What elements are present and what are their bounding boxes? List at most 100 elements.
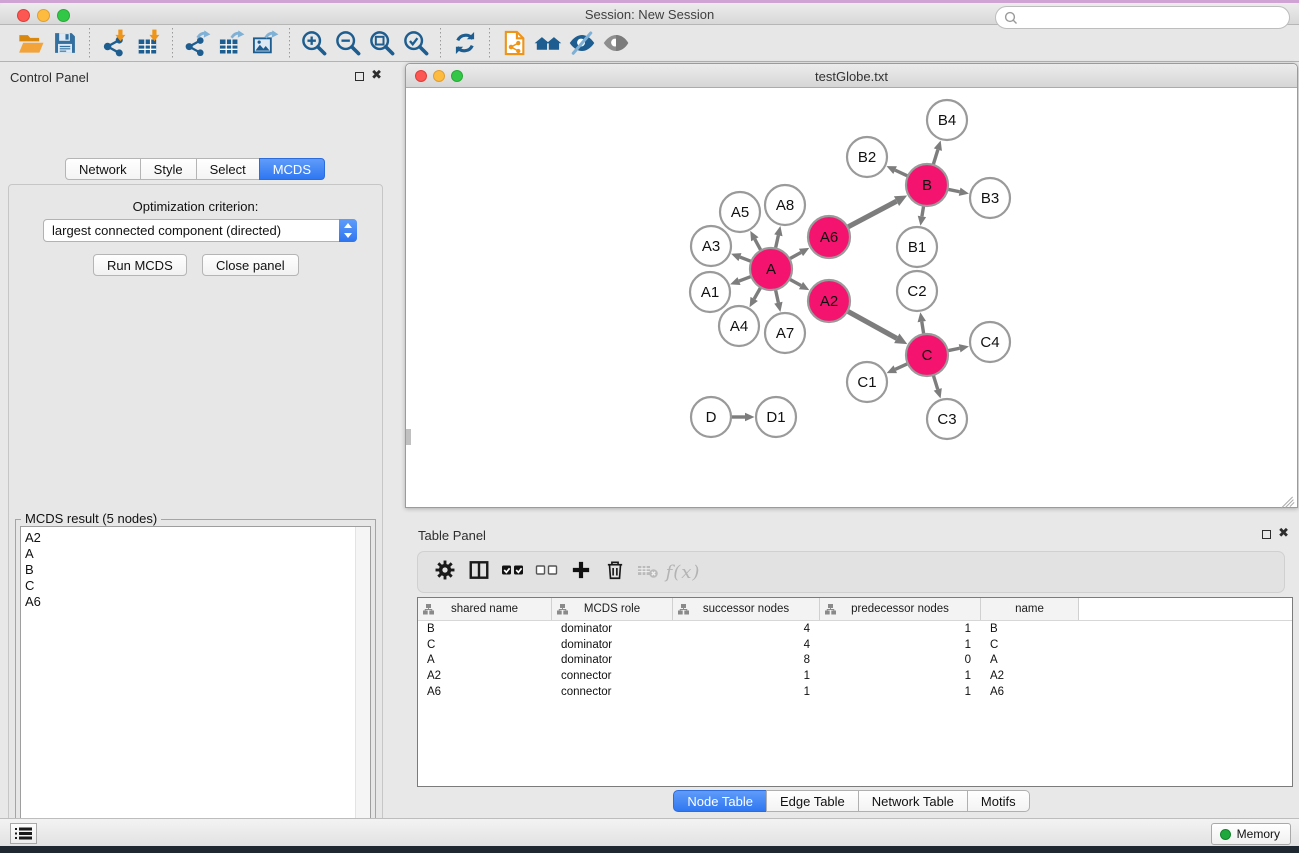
resize-grip-icon[interactable] (1281, 491, 1295, 505)
edge-C-C1[interactable] (895, 363, 908, 369)
edge-arrow-C-C3 (934, 388, 942, 398)
mcds-result-item[interactable]: A2 (21, 530, 370, 546)
tab-node-table[interactable]: Node Table (673, 790, 767, 812)
network-canvas[interactable]: B4B2BB3A8A5A6A3B1AC2A1A2A4A7C4CC1DD1C3 (406, 88, 1297, 507)
graph-node-label-D1: D1 (766, 409, 785, 426)
mcds-result-item[interactable]: A (21, 546, 370, 562)
hide-eye-button[interactable] (565, 27, 599, 59)
scrollbar-track[interactable] (355, 527, 370, 851)
close-panel-icon[interactable]: ✖ (371, 68, 382, 83)
search-input[interactable] (1018, 7, 1289, 28)
export-table-button[interactable] (214, 27, 248, 59)
edge-A6-B[interactable] (847, 201, 897, 227)
graph-node-label-C1: C1 (857, 374, 876, 391)
edge-A-A6[interactable] (789, 252, 801, 259)
table-cell: A2 (981, 670, 1079, 682)
tab-motifs[interactable]: Motifs (967, 790, 1030, 812)
memory-button[interactable]: Memory (1211, 823, 1291, 845)
table-row[interactable]: Adominator80A (418, 653, 1292, 669)
graph-node-label-A6: A6 (820, 229, 838, 246)
table-cell: 1 (673, 686, 820, 698)
graph-node-label-D: D (706, 409, 717, 426)
mcds-result-item[interactable]: B (21, 562, 370, 578)
table-cell: A (981, 654, 1079, 666)
edge-arrow-A-A3 (731, 253, 741, 261)
graph-node-label-A7: A7 (776, 325, 794, 342)
import-table-button[interactable] (131, 27, 165, 59)
network-file-icon (500, 29, 528, 57)
search-box[interactable] (995, 6, 1290, 29)
float-panel-icon[interactable] (355, 72, 364, 81)
run-mcds-button[interactable]: Run MCDS (93, 254, 187, 276)
mcds-tab-content: Optimization criterion: largest connecte… (8, 184, 383, 853)
tab-select[interactable]: Select (196, 158, 260, 180)
gear-button[interactable] (428, 555, 462, 589)
edge-C-C3[interactable] (933, 374, 938, 389)
mcds-result-item[interactable]: C (21, 578, 370, 594)
open-folder-button[interactable] (14, 27, 48, 59)
network-graph[interactable]: B4B2BB3A8A5A6A3B1AC2A1A2A4A7C4CC1DD1C3 (406, 88, 1297, 507)
edge-arrow-B-B1 (918, 216, 926, 226)
export-image-icon (251, 29, 279, 57)
tab-edge-table[interactable]: Edge Table (766, 790, 859, 812)
toolbar-separator (289, 28, 290, 58)
save-button[interactable] (48, 27, 82, 59)
column-header-predecessor-nodes[interactable]: predecessor nodes (820, 598, 981, 620)
check-pair-icon (500, 561, 526, 584)
edge-A-A7[interactable] (775, 289, 778, 303)
table-row[interactable]: A2connector11A2 (418, 668, 1292, 684)
zoom-in-button[interactable] (297, 27, 331, 59)
table-row[interactable]: A6connector11A6 (418, 684, 1292, 700)
close-panel-button[interactable]: Close panel (202, 254, 299, 276)
column-header-name[interactable]: name (981, 598, 1079, 620)
mcds-result-list[interactable]: A2ABCA6 (20, 526, 371, 852)
tab-style[interactable]: Style (140, 158, 197, 180)
edge-B-B4[interactable] (933, 150, 938, 166)
edge-A-A8[interactable] (775, 235, 778, 249)
edge-B-B2[interactable] (895, 170, 909, 176)
edge-A-A1[interactable] (739, 276, 752, 281)
table-cell: dominator (552, 654, 673, 666)
tab-network[interactable]: Network (65, 158, 141, 180)
zoom-fit-button[interactable] (365, 27, 399, 59)
plus-button[interactable] (564, 555, 598, 589)
check-pair-button[interactable] (496, 555, 530, 589)
edge-A-A4[interactable] (754, 286, 761, 299)
trash-button[interactable] (598, 555, 632, 589)
table-row[interactable]: Bdominator41B (418, 621, 1292, 637)
export-network-icon (183, 29, 211, 57)
edge-arrow-A-A1 (730, 277, 740, 285)
import-network-button[interactable] (97, 27, 131, 59)
table-toolbar: f(x) (417, 551, 1285, 593)
close-table-panel-icon[interactable]: ✖ (1278, 526, 1289, 541)
column-header-shared-name[interactable]: shared name (418, 598, 552, 620)
home-pair-button[interactable] (531, 27, 565, 59)
toolbar-separator (440, 28, 441, 58)
refresh-button[interactable] (448, 27, 482, 59)
float-table-panel-icon[interactable] (1262, 530, 1271, 539)
task-history-button[interactable] (10, 823, 37, 844)
toolbar-separator (489, 28, 490, 58)
network-file-button[interactable] (497, 27, 531, 59)
export-image-button[interactable] (248, 27, 282, 59)
tab-network-table[interactable]: Network Table (858, 790, 968, 812)
table-row[interactable]: Cdominator41C (418, 637, 1292, 653)
zoom-out-button[interactable] (331, 27, 365, 59)
edge-A-A2[interactable] (789, 279, 801, 286)
show-eye-button[interactable] (599, 27, 633, 59)
edge-A2-C[interactable] (847, 311, 897, 339)
split-column-button[interactable] (462, 555, 496, 589)
node-table[interactable]: shared name MCDS role successor nodesprede… (417, 597, 1293, 787)
column-header-successor-nodes[interactable]: successor nodes (673, 598, 820, 620)
tab-mcds[interactable]: MCDS (259, 158, 325, 180)
column-label: MCDS role (584, 603, 640, 615)
zoom-selected-button[interactable] (399, 27, 433, 59)
export-network-button[interactable] (180, 27, 214, 59)
window-edge-grip[interactable] (406, 429, 411, 445)
column-header-MCDS-role[interactable]: MCDS role (552, 598, 673, 620)
table-cell: connector (552, 686, 673, 698)
criterion-dropdown[interactable]: largest connected component (directed) (43, 219, 357, 242)
mcds-result-item[interactable]: A6 (21, 594, 370, 610)
network-window-titlebar[interactable]: testGlobe.txt (406, 64, 1297, 88)
uncheck-pair-button[interactable] (530, 555, 564, 589)
